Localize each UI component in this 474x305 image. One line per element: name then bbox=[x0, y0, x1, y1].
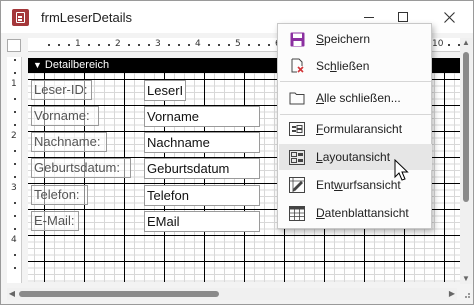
menu-item-schliessen[interactable]: Schließen bbox=[279, 53, 432, 79]
label-geburtsdatum[interactable]: Geburtsdatum: bbox=[31, 158, 131, 178]
maximize-icon bbox=[398, 12, 408, 22]
textbox-nachname[interactable]: Nachname bbox=[144, 132, 260, 153]
tab-context-menu: Speichern Schließen Alle schließen... Fo… bbox=[277, 23, 432, 229]
label-email[interactable]: E-Mail: bbox=[31, 211, 79, 231]
textbox-geburtsdatum[interactable]: Geburtsdatum bbox=[144, 158, 260, 179]
ruler-tick bbox=[14, 163, 16, 165]
ruler-tick bbox=[248, 44, 250, 46]
vertical-ruler[interactable]: 12345 bbox=[7, 57, 22, 283]
ruler-tick bbox=[108, 44, 110, 46]
ruler-tick bbox=[448, 44, 450, 46]
menu-separator bbox=[280, 114, 431, 115]
ruler-tick bbox=[14, 176, 16, 178]
ruler-tick bbox=[258, 44, 260, 46]
collapse-arrow-icon: ▼ bbox=[33, 60, 42, 70]
label-nachname[interactable]: Nachname: bbox=[31, 132, 107, 152]
ruler-number: 3 bbox=[155, 39, 161, 49]
vertical-scroll-thumb[interactable] bbox=[463, 52, 469, 202]
ruler-tick bbox=[14, 150, 16, 152]
label-telefon[interactable]: Telefon: bbox=[31, 185, 88, 205]
menu-item-speichern[interactable]: Speichern bbox=[279, 26, 432, 52]
ruler-tick bbox=[178, 44, 180, 46]
scroll-right-icon[interactable]: ▶ bbox=[447, 288, 457, 300]
mouse-pointer-icon bbox=[394, 159, 409, 181]
scroll-up-icon[interactable]: ▲ bbox=[460, 38, 472, 48]
ruler-tick bbox=[14, 98, 16, 100]
close-all-icon bbox=[289, 90, 305, 106]
ruler-tick bbox=[168, 44, 170, 46]
vertical-scrollbar[interactable]: ▲ ▼ bbox=[460, 38, 472, 284]
ruler-tick bbox=[14, 202, 16, 204]
ruler-number: 4 bbox=[195, 39, 201, 49]
ruler-number: 3 bbox=[11, 183, 17, 193]
ruler-number: 2 bbox=[115, 39, 121, 49]
ruler-tick bbox=[98, 44, 100, 46]
close-document-icon bbox=[289, 58, 305, 74]
ruler-tick bbox=[14, 228, 16, 230]
ruler-number: 2 bbox=[11, 131, 17, 141]
ruler-tick bbox=[14, 215, 16, 217]
ruler-tick bbox=[14, 267, 16, 269]
design-view-icon bbox=[289, 177, 305, 193]
ruler-tick bbox=[138, 44, 140, 46]
ruler-tick bbox=[268, 44, 270, 46]
ruler-number: 5 bbox=[235, 39, 241, 49]
ruler-tick bbox=[14, 124, 16, 126]
ruler-tick bbox=[14, 111, 16, 113]
layout-view-icon bbox=[289, 149, 305, 165]
ruler-number: 10 bbox=[432, 39, 444, 49]
ruler-number: 1 bbox=[75, 39, 81, 49]
ruler-tick bbox=[208, 44, 210, 46]
textbox-vorname[interactable]: Vorname bbox=[144, 106, 260, 127]
scroll-down-icon[interactable]: ▼ bbox=[460, 274, 472, 284]
ruler-tick bbox=[68, 44, 70, 46]
menu-item-formularansicht[interactable]: Formularansicht bbox=[279, 116, 432, 142]
resize-grip-icon[interactable] bbox=[461, 289, 471, 299]
section-label: Detailbereich bbox=[44, 59, 110, 71]
ruler-tick bbox=[14, 254, 16, 256]
datasheet-view-icon bbox=[289, 205, 305, 221]
access-form-icon bbox=[12, 9, 29, 26]
ruler-tick bbox=[148, 44, 150, 46]
menu-item-alle-schliessen[interactable]: Alle schließen... bbox=[279, 85, 432, 111]
label-leser-id[interactable]: Leser-ID: bbox=[31, 80, 92, 100]
ruler-tick bbox=[218, 44, 220, 46]
label-vorname[interactable]: Vorname: bbox=[31, 106, 99, 126]
horizontal-scroll-thumb[interactable] bbox=[19, 291, 219, 297]
ruler-number: 1 bbox=[11, 79, 17, 89]
ruler-tick bbox=[88, 44, 90, 46]
close-icon bbox=[443, 11, 455, 23]
window-title: frmLeserDetails bbox=[41, 10, 133, 25]
form-window: frmLeserDetails 1234567891011 12345 ▼Det… bbox=[0, 0, 474, 305]
textbox-leser-id[interactable]: LeserI bbox=[144, 80, 186, 101]
minimize-icon bbox=[364, 16, 374, 18]
ruler-number: 4 bbox=[11, 235, 17, 245]
menu-item-datenblattansicht[interactable]: Datenblattansicht bbox=[279, 200, 432, 226]
ruler-tick bbox=[188, 44, 190, 46]
ruler-tick bbox=[14, 59, 16, 61]
ruler-tick bbox=[228, 44, 230, 46]
save-icon bbox=[289, 31, 305, 47]
form-selector[interactable] bbox=[7, 39, 21, 52]
horizontal-scrollbar[interactable]: ◀ ▶ bbox=[7, 288, 457, 300]
close-button[interactable] bbox=[431, 1, 467, 33]
ruler-tick bbox=[128, 44, 130, 46]
menu-separator bbox=[280, 81, 431, 82]
ruler-tick bbox=[14, 72, 16, 74]
scroll-left-icon[interactable]: ◀ bbox=[7, 288, 17, 300]
ruler-tick bbox=[48, 44, 50, 46]
ruler-tick bbox=[58, 44, 60, 46]
textbox-email[interactable]: EMail bbox=[144, 211, 260, 232]
textbox-telefon[interactable]: Telefon bbox=[144, 185, 260, 206]
form-view-icon bbox=[289, 121, 305, 137]
